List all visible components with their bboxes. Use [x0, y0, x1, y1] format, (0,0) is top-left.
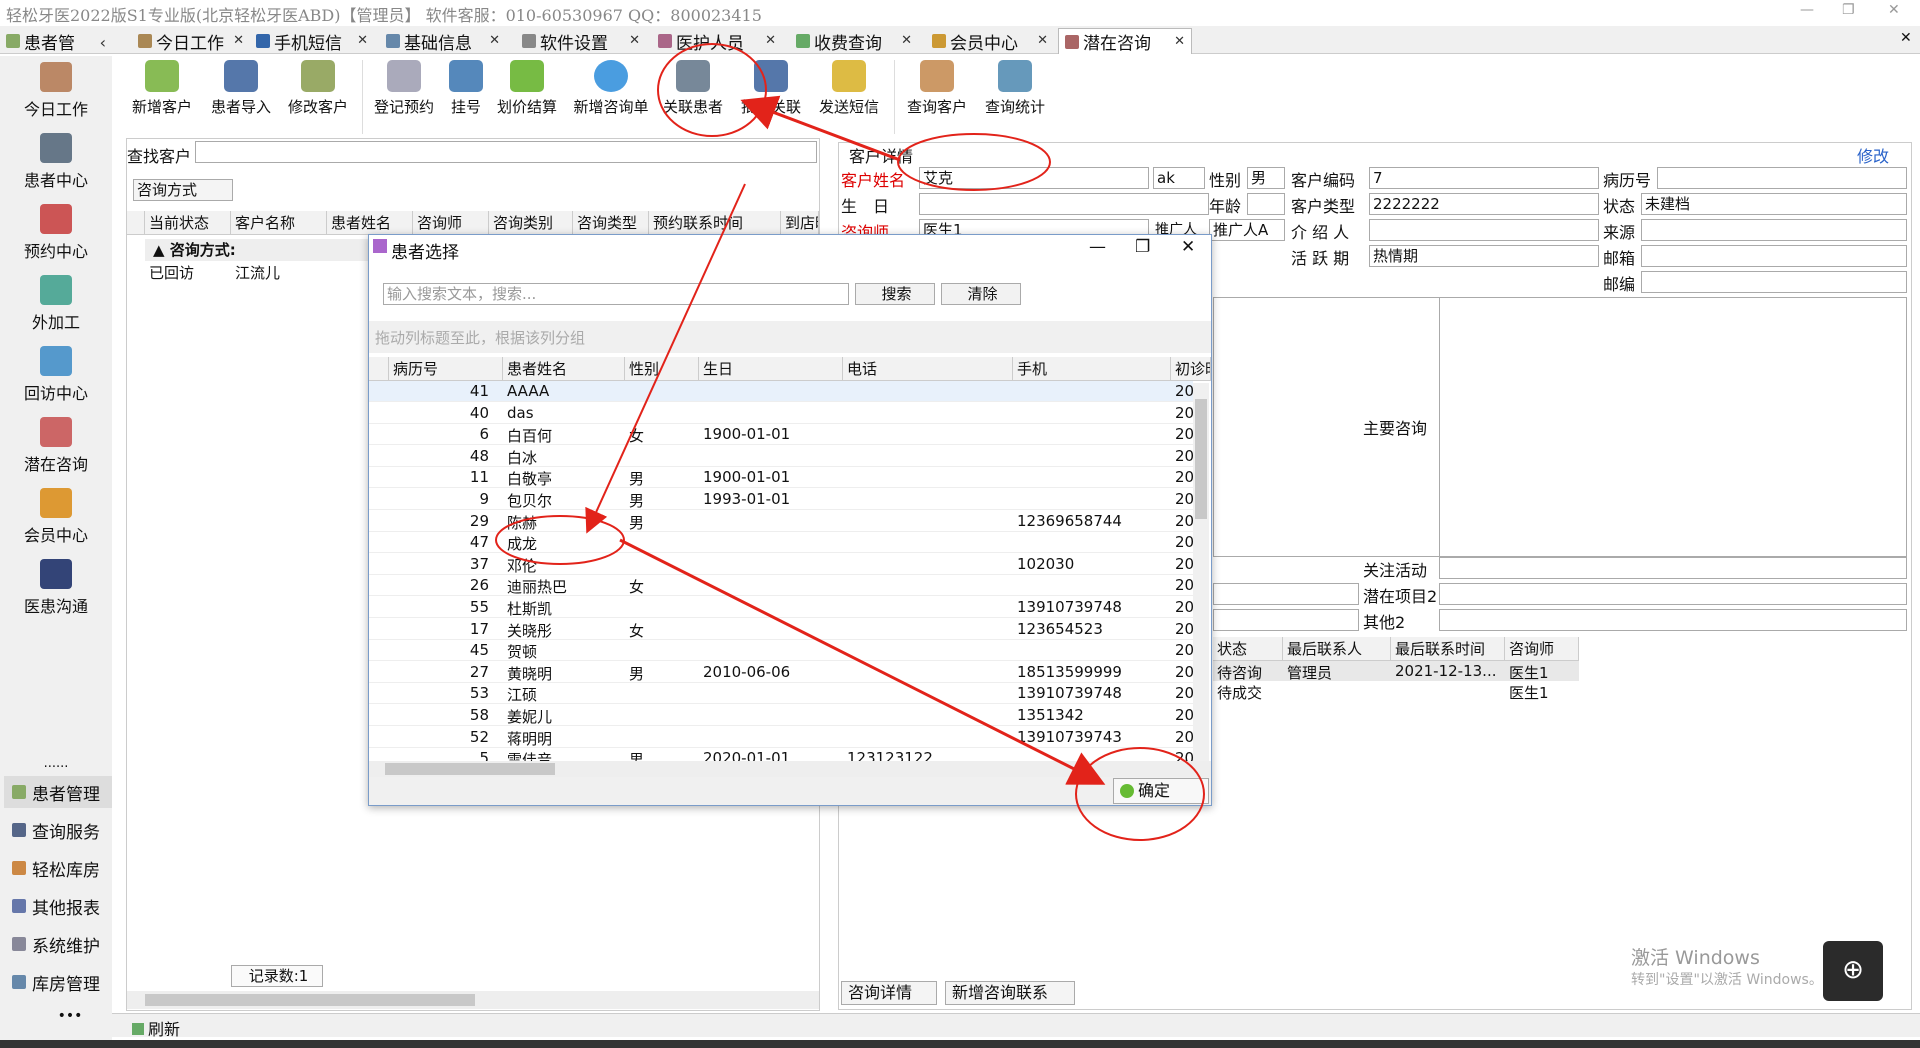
annotation-arrow — [585, 183, 746, 534]
taskbar-strip — [0, 1040, 1920, 1048]
refresh-label: 刷新 — [148, 1020, 181, 1039]
annotation-circle — [495, 515, 625, 565]
annotation-arrow — [740, 95, 901, 162]
annotation-circle — [897, 133, 1051, 191]
annotation-circle — [1075, 747, 1205, 841]
annotation-circle — [657, 43, 767, 137]
annotation-overlay — [495, 43, 1205, 841]
refresh-button[interactable]: 刷新 — [132, 1016, 180, 1040]
refresh-icon — [132, 1023, 144, 1035]
annotation-arrow — [619, 538, 1106, 785]
status-bar: 刷新 — [112, 1013, 1920, 1040]
